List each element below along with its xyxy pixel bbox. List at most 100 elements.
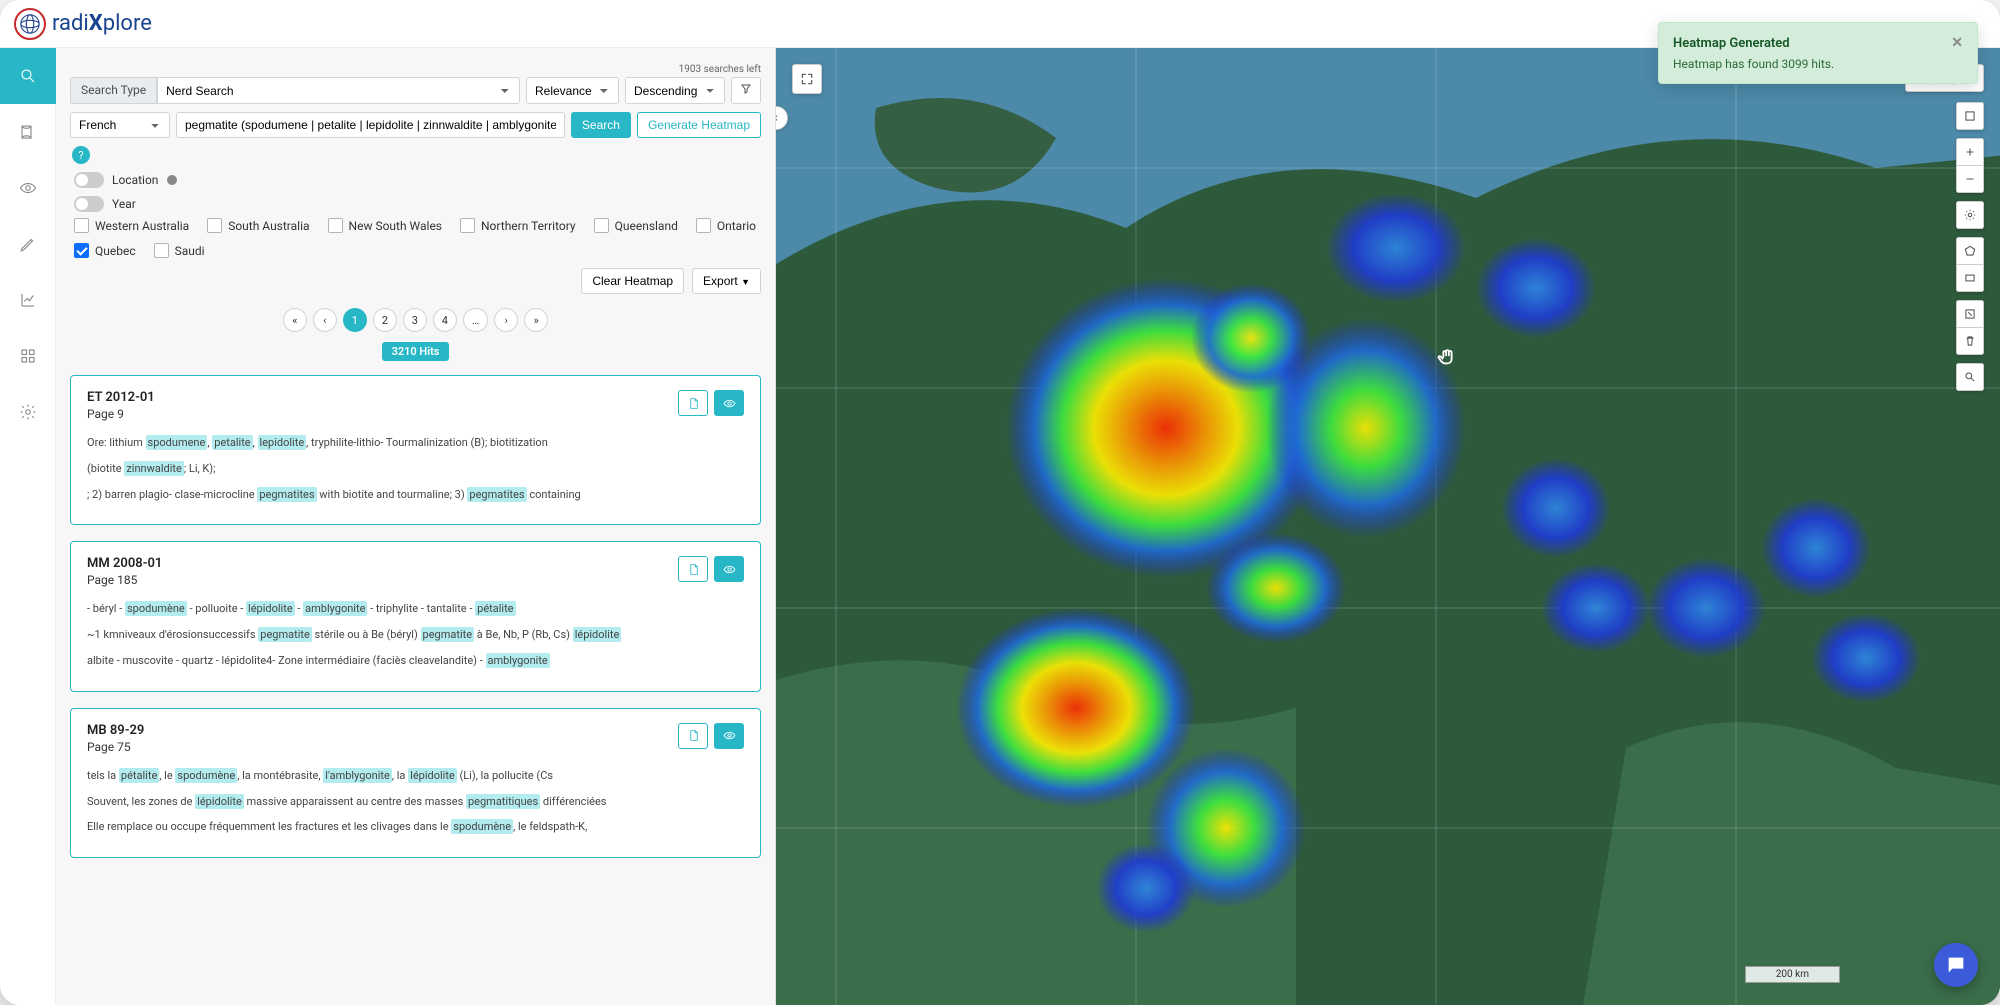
page-»[interactable]: » <box>524 308 548 332</box>
help-icon[interactable]: ? <box>72 146 90 164</box>
checkbox-icon[interactable] <box>74 218 89 233</box>
checkbox-icon[interactable] <box>696 218 711 233</box>
result-doc-button[interactable] <box>678 723 708 749</box>
result-doc-button[interactable] <box>678 390 708 416</box>
page-3[interactable]: 3 <box>403 308 427 332</box>
result-view-button[interactable] <box>714 390 744 416</box>
zoom-in-button[interactable] <box>1956 138 1984 166</box>
checkbox-icon[interactable] <box>154 243 169 258</box>
result-doc-button[interactable] <box>678 556 708 582</box>
fullscreen-button[interactable] <box>792 64 822 94</box>
clear-heatmap-button[interactable]: Clear Heatmap <box>581 268 684 294</box>
toast-heatmap: Heatmap Generated ✕ Heatmap has found 30… <box>1658 22 1978 84</box>
chat-button[interactable] <box>1934 943 1978 987</box>
sidebar-settings[interactable] <box>0 384 56 440</box>
sidebar-chart[interactable] <box>0 272 56 328</box>
search-panel: 1903 searches left Search Type Nerd Sear… <box>56 48 776 1005</box>
scale-bar: 200 km <box>1745 966 1840 983</box>
relevance-select[interactable]: Relevance <box>526 77 619 104</box>
generate-heatmap-button[interactable]: Generate Heatmap <box>637 112 761 138</box>
year-toggle[interactable] <box>74 196 104 212</box>
toast-close-button[interactable]: ✕ <box>1951 35 1963 51</box>
page-1[interactable]: 1 <box>343 308 367 332</box>
grab-cursor-icon <box>1436 346 1458 368</box>
brand-icon <box>14 8 46 40</box>
result-title: MM 2008-01 <box>87 556 162 571</box>
location-toggle[interactable] <box>74 172 104 188</box>
result-view-button[interactable] <box>714 556 744 582</box>
region-quebec[interactable]: Quebec <box>74 243 136 258</box>
location-toggle-label: Location <box>112 173 158 187</box>
sidebar-search[interactable] <box>0 48 56 104</box>
map-panel[interactable]: Map Layers <box>776 48 2000 1005</box>
tool-gear-button[interactable] <box>1956 201 1984 229</box>
language-select[interactable]: French <box>70 112 170 138</box>
search-type-label: Search Type <box>70 77 157 104</box>
checkbox-icon[interactable] <box>328 218 343 233</box>
region-ontario[interactable]: Ontario <box>696 218 756 233</box>
result-snippet: Elle remplace ou occupe fréquemment les … <box>87 817 744 837</box>
result-title: ET 2012-01 <box>87 390 155 405</box>
result-snippet: Ore: lithium spodumene, petalite, lepido… <box>87 433 744 453</box>
tool-search-button[interactable] <box>1956 363 1984 391</box>
result-card: MB 89-29 Page 75 tels la pétalite, le sp… <box>70 708 761 858</box>
page-4[interactable]: 4 <box>433 308 457 332</box>
sidebar-watch[interactable] <box>0 160 56 216</box>
region-new-south-wales[interactable]: New South Wales <box>328 218 442 233</box>
search-button[interactable]: Search <box>571 112 631 138</box>
result-card: ET 2012-01 Page 9 Ore: lithium spodumene… <box>70 375 761 525</box>
region-western-australia[interactable]: Western Australia <box>74 218 189 233</box>
result-page: Page 185 <box>87 573 162 587</box>
result-card: MM 2008-01 Page 185 - béryl - spodumène … <box>70 541 761 691</box>
brand-text: radiXplore <box>52 11 152 36</box>
sidebar-edit[interactable] <box>0 216 56 272</box>
page-«[interactable]: « <box>283 308 307 332</box>
sidebar-docs[interactable] <box>0 104 56 160</box>
year-toggle-label: Year <box>112 197 136 211</box>
hits-badge: 3210 Hits <box>382 342 450 361</box>
search-type-select[interactable]: Nerd Search <box>157 77 520 104</box>
checkbox-icon[interactable] <box>460 218 475 233</box>
checkbox-icon[interactable] <box>74 243 89 258</box>
search-query-input[interactable] <box>176 112 565 138</box>
searches-left: 1903 searches left <box>70 64 761 75</box>
sidebar <box>0 48 56 1005</box>
region-northern-territory[interactable]: Northern Territory <box>460 218 576 233</box>
region-queensland[interactable]: Queensland <box>594 218 678 233</box>
checkbox-icon[interactable] <box>207 218 222 233</box>
toast-title: Heatmap Generated <box>1673 36 1790 51</box>
zoom-out-button[interactable] <box>1956 165 1984 193</box>
page-…[interactable]: … <box>463 308 488 332</box>
page-›[interactable]: › <box>494 308 518 332</box>
page-2[interactable]: 2 <box>373 308 397 332</box>
export-button[interactable]: Export ▼ <box>692 268 761 294</box>
result-view-button[interactable] <box>714 723 744 749</box>
filter-button[interactable] <box>731 77 761 104</box>
result-page: Page 75 <box>87 740 144 754</box>
sort-select[interactable]: Descending <box>625 77 725 104</box>
tool-rectangle-button[interactable] <box>1956 264 1984 292</box>
result-snippet: (biotite zinnwaldite; Li, K); <box>87 459 744 479</box>
map-home-button[interactable] <box>1956 102 1984 130</box>
checkbox-icon[interactable] <box>594 218 609 233</box>
toast-body: Heatmap has found 3099 hits. <box>1673 57 1963 71</box>
result-snippet: ; 2) barren plagio- clase-microcline peg… <box>87 485 744 505</box>
result-title: MB 89-29 <box>87 723 144 738</box>
sidebar-apps[interactable] <box>0 328 56 384</box>
tool-delete-button[interactable] <box>1956 327 1984 355</box>
region-saudi[interactable]: Saudi <box>154 243 205 258</box>
results-list: ET 2012-01 Page 9 Ore: lithium spodumene… <box>70 375 761 858</box>
page-‹[interactable]: ‹ <box>313 308 337 332</box>
tool-edit-button[interactable] <box>1956 300 1984 328</box>
result-snippet: albite - muscovite - quartz - lépidolite… <box>87 651 744 671</box>
result-snippet: ~1 kmniveaux d'érosionsuccessifs pegmati… <box>87 625 744 645</box>
map-tools <box>1956 102 1984 391</box>
result-snippet: tels la pétalite, le spodumène, la monté… <box>87 766 744 786</box>
result-snippet: Souvent, les zones de lépidolite massive… <box>87 792 744 812</box>
pagination: «‹1234…›» <box>70 308 761 332</box>
result-snippet: - béryl - spodumène - polluoite - lépido… <box>87 599 744 619</box>
region-south-australia[interactable]: South Australia <box>207 218 309 233</box>
region-checkboxes: Western Australia South Australia New Sout… <box>74 218 761 258</box>
info-icon <box>166 174 178 186</box>
tool-polygon-button[interactable] <box>1956 237 1984 265</box>
